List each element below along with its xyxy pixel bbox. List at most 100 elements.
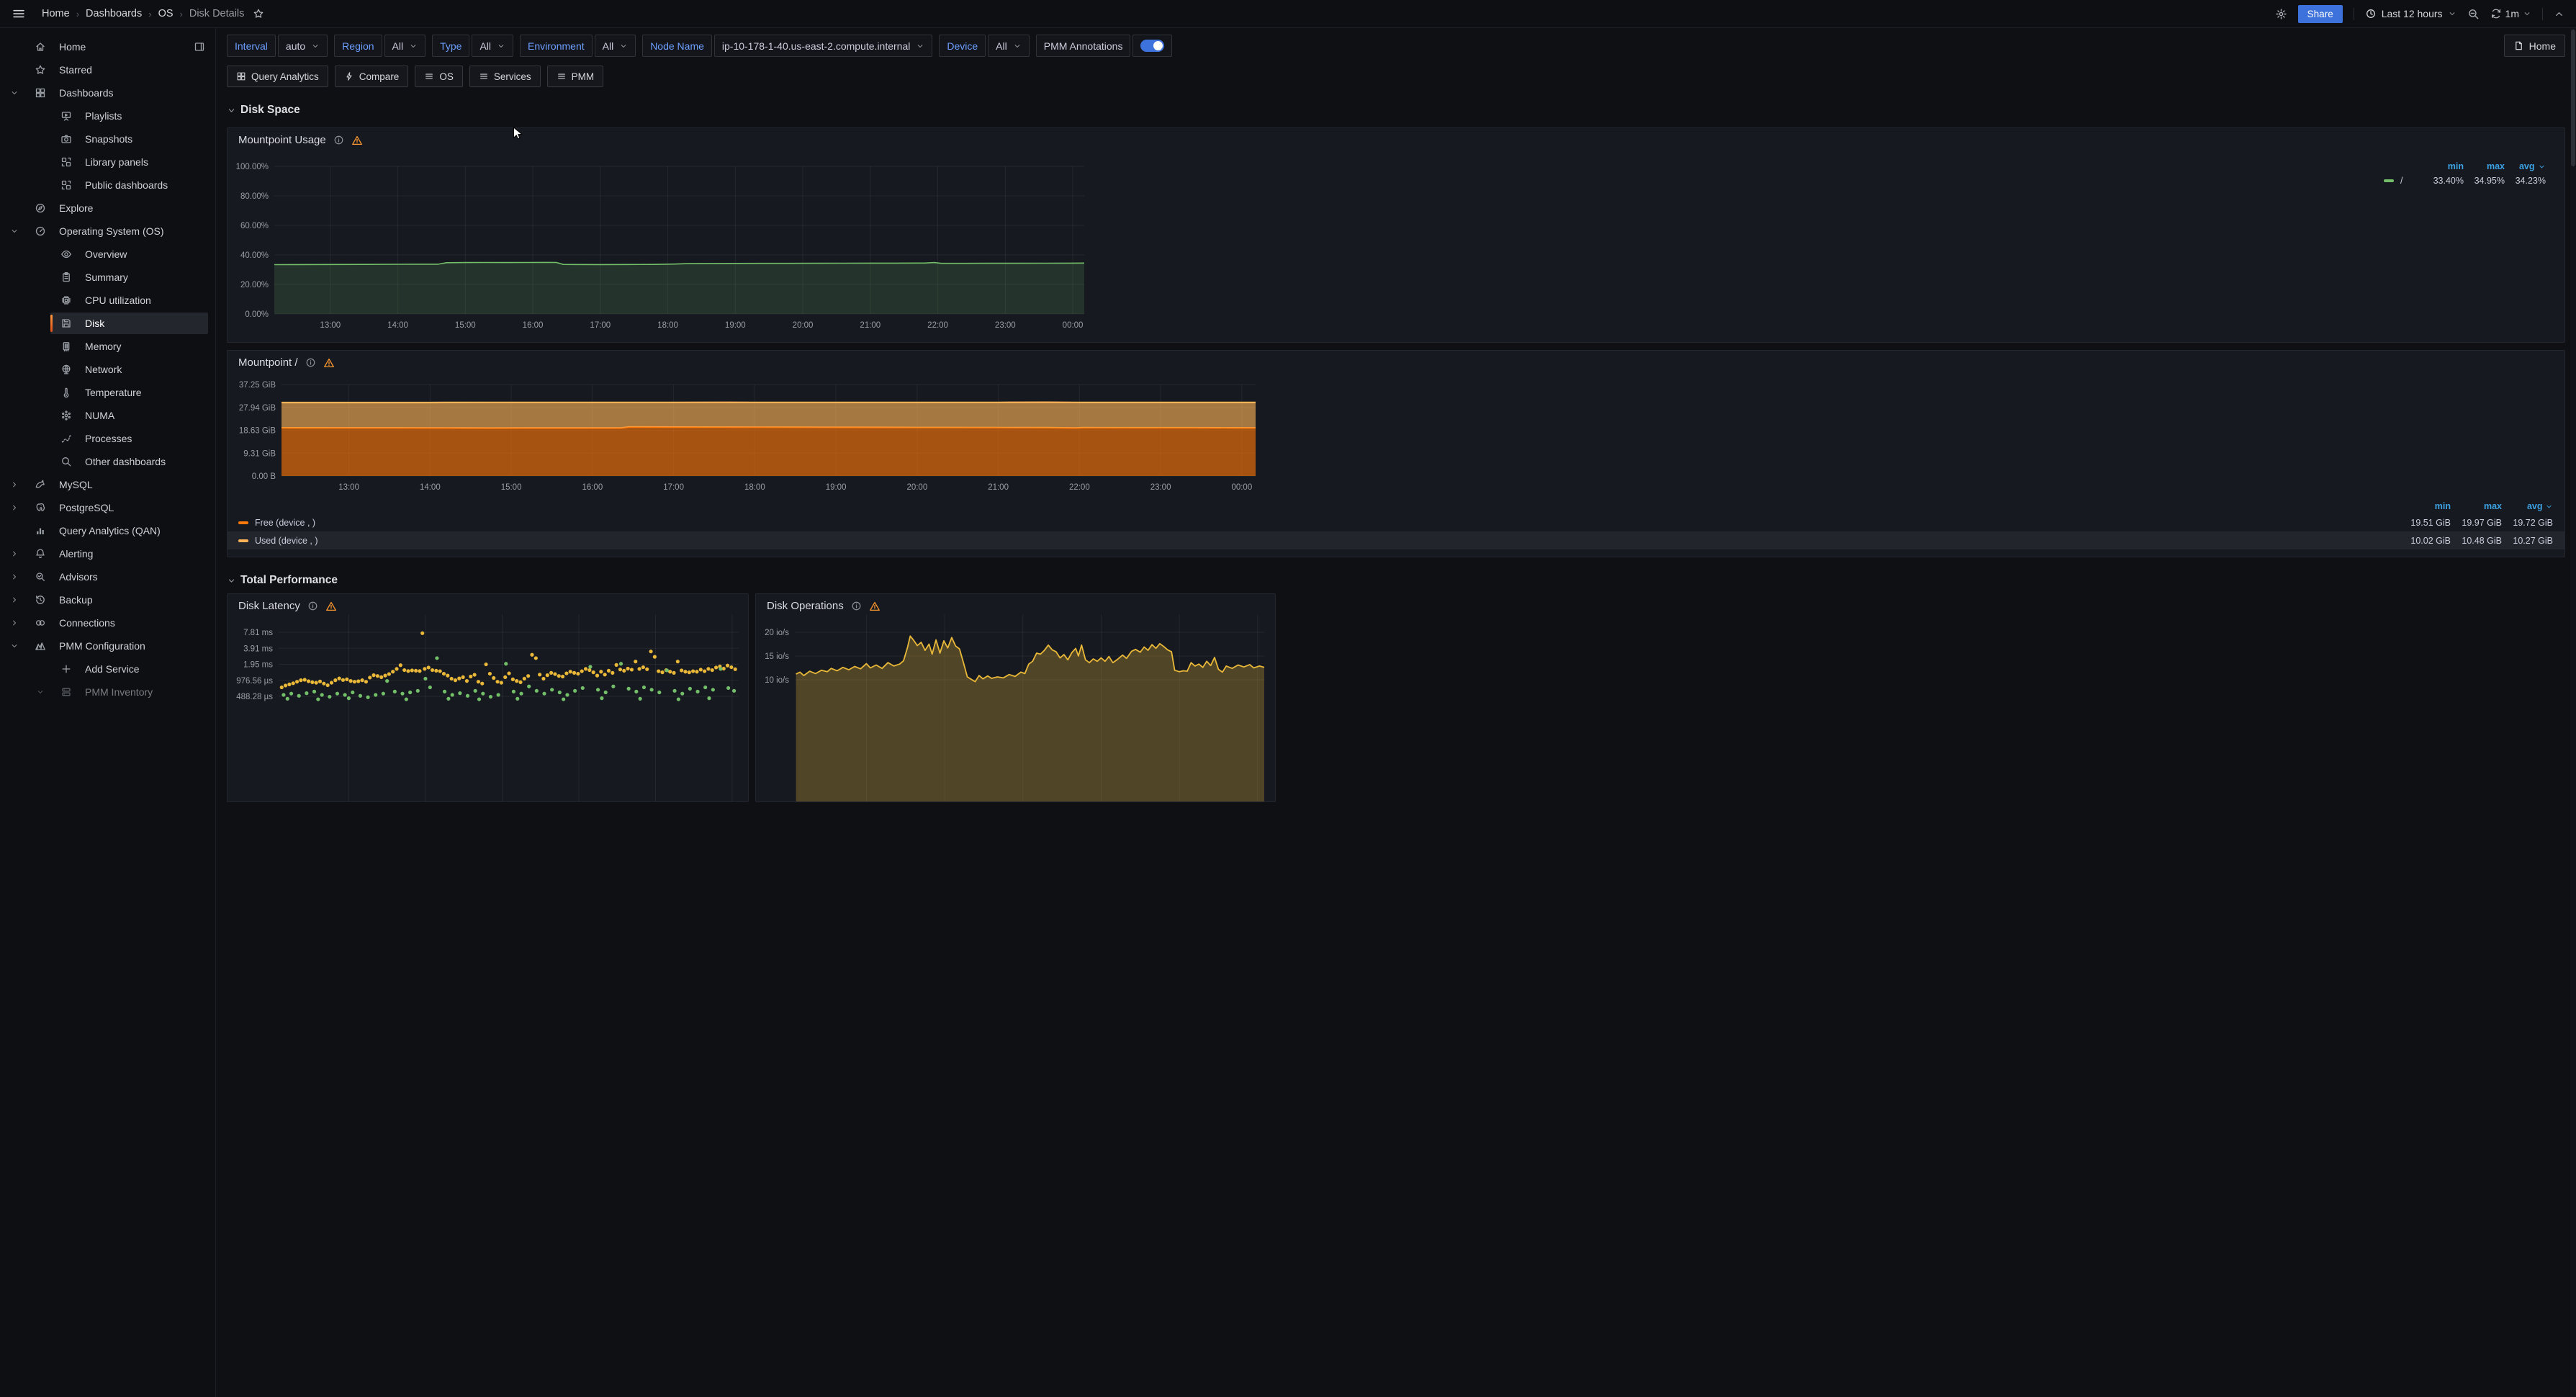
sidebar-item-public-dashboards[interactable]: Public dashboards xyxy=(0,174,215,197)
sidebar: HomeStarredDashboardsPlaylistsSnapshotsL… xyxy=(0,28,216,1397)
toolbar-button-os[interactable]: OS xyxy=(415,66,463,87)
sidebar-item-memory[interactable]: Memory xyxy=(0,335,215,358)
menu-icon[interactable] xyxy=(12,6,26,21)
panel-header[interactable]: Mountpoint Usage xyxy=(238,134,363,146)
warning-icon[interactable] xyxy=(323,357,335,369)
legend-sort-avg[interactable]: avg xyxy=(2502,501,2553,511)
sidebar-item-numa[interactable]: NUMA xyxy=(0,404,215,427)
info-icon[interactable] xyxy=(307,601,318,611)
pmm-annotations-toggle[interactable] xyxy=(1132,35,1172,57)
sidebar-item-summary[interactable]: Summary xyxy=(0,266,215,289)
server-icon xyxy=(60,686,72,698)
sidebar-item-backup[interactable]: Backup xyxy=(0,588,215,611)
sidebar-item-postgresql[interactable]: PostgreSQL xyxy=(0,496,215,519)
chevron-down-icon xyxy=(10,227,19,235)
legend-sort-max[interactable]: max xyxy=(2464,161,2505,171)
star-icon[interactable] xyxy=(253,8,264,19)
filter-label: Environment xyxy=(520,35,593,57)
time-range-picker[interactable]: Last 12 hours xyxy=(2365,8,2456,19)
section-total-performance[interactable]: Total Performance xyxy=(227,572,2565,588)
filter-value-dropdown[interactable]: All xyxy=(472,35,513,57)
sidebar-item-label: Disk xyxy=(85,312,104,335)
legend-sort-min[interactable]: min xyxy=(2400,501,2451,511)
breadcrumb-dashboards[interactable]: Dashboards xyxy=(86,8,142,19)
sidebar-item-cpu-utilization[interactable]: CPU utilization xyxy=(0,289,215,312)
sidebar-item-temperature[interactable]: Temperature xyxy=(0,381,215,404)
filter-value-dropdown[interactable]: auto xyxy=(278,35,328,57)
svg-text:16:00: 16:00 xyxy=(582,483,603,492)
legend-sort-min[interactable]: min xyxy=(2423,161,2464,171)
sidebar-item-pmm-inventory[interactable]: PMM Inventory xyxy=(0,680,215,704)
filter-value-dropdown[interactable]: All xyxy=(988,35,1030,57)
panel-title: Disk Latency xyxy=(238,600,300,612)
gear-icon[interactable] xyxy=(2275,8,2287,20)
disk-icon xyxy=(60,318,72,329)
zoom-out-icon[interactable] xyxy=(2467,8,2480,20)
filter-value-dropdown[interactable]: ip-10-178-1-40.us-east-2.compute.interna… xyxy=(714,35,932,57)
svg-text:9.31 GiB: 9.31 GiB xyxy=(243,449,276,458)
sidebar-item-mysql[interactable]: MySQL xyxy=(0,473,215,496)
toolbar-button-query-analytics[interactable]: Query Analytics xyxy=(227,66,328,87)
scrollbar xyxy=(2570,28,2576,1397)
sidebar-item-label: Advisors xyxy=(59,565,98,588)
svg-text:40.00%: 40.00% xyxy=(240,251,269,260)
sidebar-item-processes[interactable]: Processes xyxy=(0,427,215,450)
legend-sort-max[interactable]: max xyxy=(2451,501,2502,511)
sidebar-item-network[interactable]: Network xyxy=(0,358,215,381)
collapse-caret-icon[interactable] xyxy=(2554,9,2564,19)
filter-value-dropdown[interactable]: All xyxy=(595,35,636,57)
info-icon[interactable] xyxy=(333,135,344,145)
scrollbar-thumb[interactable] xyxy=(2571,30,2575,166)
sidebar-item-snapshots[interactable]: Snapshots xyxy=(0,127,215,151)
sidebar-item-library-panels[interactable]: Library panels xyxy=(0,151,215,174)
panel-right-icon[interactable] xyxy=(194,41,205,53)
chart-canvas-disk-latency[interactable]: 488.28 µs976.56 µs1.95 ms3.91 ms7.81 ms xyxy=(228,594,748,801)
panel-header[interactable]: Mountpoint / xyxy=(238,356,335,369)
sidebar-item-playlists[interactable]: Playlists xyxy=(0,104,215,127)
sidebar-item-add-service[interactable]: Add Service xyxy=(0,657,215,680)
breadcrumb-home[interactable]: Home xyxy=(42,8,70,19)
toolbar-button-services[interactable]: Services xyxy=(469,66,541,87)
sidebar-item-other-dashboards[interactable]: Other dashboards xyxy=(0,450,215,473)
chart-canvas-mountpoint-usage[interactable]: 0.00%20.00%40.00%60.00%80.00%100.00%13:0… xyxy=(228,128,2564,342)
panel-header[interactable]: Disk Operations xyxy=(767,600,881,612)
sidebar-item-alerting[interactable]: Alerting xyxy=(0,542,215,565)
breadcrumb-os[interactable]: OS xyxy=(158,8,174,19)
warning-icon[interactable] xyxy=(351,135,363,146)
svg-text:488.28 µs: 488.28 µs xyxy=(236,693,273,701)
sidebar-item-explore[interactable]: Explore xyxy=(0,197,215,220)
toolbar-button-compare[interactable]: Compare xyxy=(335,66,409,87)
sidebar-item-disk[interactable]: Disk xyxy=(0,312,215,335)
share-button[interactable]: Share xyxy=(2298,5,2343,23)
filter-value-dropdown[interactable]: All xyxy=(384,35,426,57)
sidebar-item-overview[interactable]: Overview xyxy=(0,243,215,266)
sidebar-item-starred[interactable]: Starred xyxy=(0,58,215,81)
legend-series[interactable]: / xyxy=(2384,176,2423,186)
sidebar-item-label: Query Analytics (QAN) xyxy=(59,519,161,542)
chart-canvas-disk-operations[interactable]: 10 io/s15 io/s20 io/s xyxy=(756,594,1275,801)
sidebar-item-operating-system-os[interactable]: Operating System (OS) xyxy=(0,220,215,243)
sidebar-item-home[interactable]: Home xyxy=(0,35,215,58)
panel-header[interactable]: Disk Latency xyxy=(238,600,337,612)
warning-icon[interactable] xyxy=(869,601,881,612)
legend-series[interactable]: Used (device , ) xyxy=(238,536,2400,546)
sidebar-item-advisors[interactable]: Advisors xyxy=(0,565,215,588)
svg-text:21:00: 21:00 xyxy=(860,321,881,330)
info-icon[interactable] xyxy=(851,601,862,611)
legend-series[interactable]: Free (device , ) xyxy=(238,518,2400,528)
home-dashboard-button[interactable]: Home xyxy=(2504,35,2565,57)
eye-icon xyxy=(60,248,72,260)
plus-icon xyxy=(60,663,72,675)
legend-sort-avg[interactable]: avg xyxy=(2505,161,2546,171)
sidebar-item-query-analytics-qan[interactable]: Query Analytics (QAN) xyxy=(0,519,215,542)
sidebar-item-connections[interactable]: Connections xyxy=(0,611,215,634)
info-icon[interactable] xyxy=(305,357,316,368)
toolbar-button-pmm[interactable]: PMM xyxy=(547,66,604,87)
cpu-icon xyxy=(60,295,72,306)
sidebar-item-dashboards[interactable]: Dashboards xyxy=(0,81,215,104)
warning-icon[interactable] xyxy=(325,601,337,612)
sidebar-item-pmm-configuration[interactable]: PMM Configuration xyxy=(0,634,215,657)
section-disk-space[interactable]: Disk Space xyxy=(227,102,2565,118)
apps-icon xyxy=(236,71,246,81)
refresh-picker[interactable]: 1m xyxy=(2490,8,2531,19)
